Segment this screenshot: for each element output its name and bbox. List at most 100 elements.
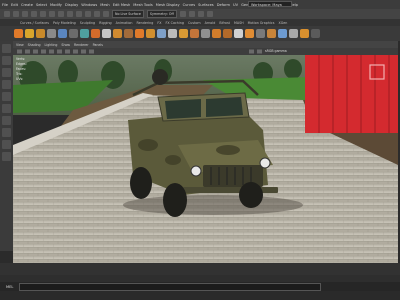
- render-settings-icon[interactable]: [197, 11, 204, 17]
- time-slider[interactable]: [0, 263, 400, 275]
- shelf-tab-poly[interactable]: Poly Modeling: [53, 21, 76, 25]
- select-by-hierarchy-icon[interactable]: [58, 11, 64, 17]
- menu-set-icon[interactable]: [4, 11, 10, 17]
- viewport-menu-renderer[interactable]: Renderer: [74, 43, 89, 47]
- insert-edge-loop-icon[interactable]: [135, 29, 144, 38]
- select-by-object-icon[interactable]: [67, 11, 73, 17]
- shelf-tab-rigging[interactable]: Rigging: [99, 21, 112, 25]
- outliner-icon[interactable]: [289, 29, 298, 38]
- create-plane-icon[interactable]: [47, 29, 56, 38]
- redo-icon[interactable]: [49, 11, 55, 17]
- shelf-tab-mash[interactable]: MASH: [234, 21, 244, 25]
- scale-tool-icon[interactable]: [2, 104, 11, 113]
- planar-map-icon[interactable]: [212, 29, 221, 38]
- viewport-menu-view[interactable]: View: [16, 43, 24, 47]
- rotate-tool-icon[interactable]: [2, 92, 11, 101]
- smooth-shade-icon[interactable]: [41, 49, 46, 54]
- paint-select-icon[interactable]: [2, 68, 11, 77]
- uv-editor-icon[interactable]: [201, 29, 210, 38]
- last-tool-icon[interactable]: [2, 116, 11, 125]
- four-view-icon[interactable]: [2, 140, 11, 149]
- menu-create[interactable]: Create: [21, 3, 33, 7]
- shelf-tab-sculpt[interactable]: Sculpting: [80, 21, 95, 25]
- shelf-tab-bifrost[interactable]: Bifrost: [219, 21, 230, 25]
- attribute-editor-icon[interactable]: [300, 29, 309, 38]
- shelf-tab-animation[interactable]: Animation: [116, 21, 133, 25]
- snapshot-icon[interactable]: [278, 29, 287, 38]
- command-input[interactable]: [19, 282, 322, 291]
- save-scene-icon[interactable]: [31, 11, 37, 17]
- scene-viewport[interactable]: [13, 55, 398, 263]
- viewport-menu-panels[interactable]: Panels: [93, 43, 103, 47]
- layout-uv-icon[interactable]: [234, 29, 243, 38]
- snap-grid-icon[interactable]: [85, 11, 91, 17]
- lights-icon[interactable]: [57, 49, 62, 54]
- menu-uv[interactable]: UV: [233, 3, 238, 7]
- xray-icon[interactable]: [89, 49, 94, 54]
- center-pivot-icon[interactable]: [168, 29, 177, 38]
- camera-icon[interactable]: [17, 49, 22, 54]
- target-weld-icon[interactable]: [146, 29, 155, 38]
- shelf-tab-custom[interactable]: Custom: [188, 21, 201, 25]
- ipr-render-icon[interactable]: [188, 11, 195, 17]
- gamma-icon[interactable]: [257, 49, 262, 54]
- command-language-label[interactable]: MEL: [6, 285, 13, 289]
- create-cylinder-icon[interactable]: [36, 29, 45, 38]
- lasso-tool-icon[interactable]: [2, 56, 11, 65]
- menu-windows[interactable]: Windows: [81, 3, 97, 7]
- unfold-uv-icon[interactable]: [267, 29, 276, 38]
- delete-history-icon[interactable]: [190, 29, 199, 38]
- snap-curve-icon[interactable]: [94, 11, 100, 17]
- shelf-tab-motion[interactable]: Motion Graphics: [248, 21, 275, 25]
- viewport-menu-shading[interactable]: Shading: [28, 43, 41, 47]
- menu-edit[interactable]: Edit: [11, 3, 18, 7]
- gamma-label[interactable]: sRGB gamma: [265, 49, 287, 53]
- grid-toggle-icon[interactable]: [25, 49, 30, 54]
- cut-uv-icon[interactable]: [256, 29, 265, 38]
- live-surface-field[interactable]: No Live Surface: [112, 10, 144, 18]
- shelf-tab-curves[interactable]: Curves / Surfaces: [20, 21, 49, 25]
- extrude-icon[interactable]: [91, 29, 100, 38]
- select-tool-icon[interactable]: [2, 44, 11, 53]
- mirror-icon[interactable]: [157, 29, 166, 38]
- viewport-menu-lighting[interactable]: Lighting: [45, 43, 58, 47]
- shelf-tab-arnold[interactable]: Arnold: [205, 21, 216, 25]
- ssao-icon[interactable]: [73, 49, 78, 54]
- create-cube-icon[interactable]: [25, 29, 34, 38]
- new-scene-icon[interactable]: [13, 11, 19, 17]
- multi-cut-icon[interactable]: [124, 29, 133, 38]
- hypershade-icon[interactable]: [206, 11, 213, 17]
- symmetry-field[interactable]: Symmetry: Off: [146, 10, 177, 18]
- combine-icon[interactable]: [58, 29, 67, 38]
- viewport-menu-show[interactable]: Show: [61, 43, 70, 47]
- menu-display[interactable]: Display: [65, 3, 78, 7]
- snap-point-icon[interactable]: [103, 11, 109, 17]
- menu-file[interactable]: File: [2, 3, 8, 7]
- exposure-icon[interactable]: [249, 49, 254, 54]
- move-tool-icon[interactable]: [2, 80, 11, 89]
- menu-deform[interactable]: Deform: [217, 3, 230, 7]
- freeze-transforms-icon[interactable]: [179, 29, 188, 38]
- auto-uv-icon[interactable]: [223, 29, 232, 38]
- wireframe-icon[interactable]: [33, 49, 38, 54]
- outliner-layout-icon[interactable]: [2, 152, 11, 161]
- bevel-icon[interactable]: [113, 29, 122, 38]
- channel-box-icon[interactable]: [311, 29, 320, 38]
- shadows-icon[interactable]: [65, 49, 70, 54]
- workspace-selector[interactable]: Workspace: Maya Classic: [248, 1, 292, 13]
- shelf-tab-fx-caching[interactable]: FX Caching: [165, 21, 184, 25]
- shelf-tab-xgen[interactable]: XGen: [278, 21, 287, 25]
- menu-select[interactable]: Select: [36, 3, 47, 7]
- separate-icon[interactable]: [69, 29, 78, 38]
- open-scene-icon[interactable]: [22, 11, 28, 17]
- select-by-component-icon[interactable]: [76, 11, 82, 17]
- range-slider[interactable]: [0, 275, 400, 282]
- menu-edit-mesh[interactable]: Edit Mesh: [113, 3, 131, 7]
- bridge-icon[interactable]: [102, 29, 111, 38]
- smooth-icon[interactable]: [80, 29, 89, 38]
- shelf-tab-rendering[interactable]: Rendering: [136, 21, 153, 25]
- menu-modify[interactable]: Modify: [50, 3, 62, 7]
- render-icon[interactable]: [179, 11, 186, 17]
- menu-mesh[interactable]: Mesh: [100, 3, 109, 7]
- shelf-tab-fx[interactable]: FX: [157, 21, 161, 25]
